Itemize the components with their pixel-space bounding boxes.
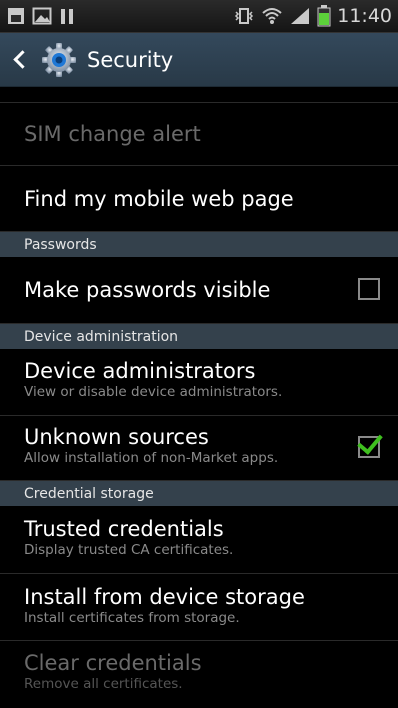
wifi-icon (262, 8, 282, 24)
clear-credentials-summary: Remove all certificates. (24, 676, 183, 692)
unknown-sources-label: Unknown sources (24, 425, 209, 449)
trusted-credentials-summary: Display trusted CA certificates. (24, 542, 234, 558)
back-button[interactable] (12, 42, 87, 78)
device-administrators-summary: View or disable device administrators. (24, 384, 283, 400)
status-left-icons (6, 6, 76, 26)
section-header-passwords: Passwords (0, 232, 398, 257)
chevron-left-icon (13, 50, 32, 69)
section-header-credential-storage: Credential storage (0, 481, 398, 506)
find-my-mobile-label: Find my mobile web page (24, 186, 294, 211)
make-passwords-visible-checkbox[interactable] (358, 278, 380, 300)
vibrate-icon (235, 8, 254, 24)
settings-gear-icon (42, 42, 76, 77)
device-administrators-item[interactable]: Device administrators View or disable de… (0, 349, 398, 416)
install-from-storage-item[interactable]: Install from device storage Install cert… (0, 574, 398, 641)
list-top-spacer (0, 87, 398, 103)
make-passwords-visible-label: Make passwords visible (24, 278, 271, 302)
action-bar: Security (0, 33, 398, 87)
install-from-storage-summary: Install certificates from storage. (24, 610, 240, 626)
unknown-sources-item[interactable]: Unknown sources Allow installation of no… (0, 416, 398, 481)
signal-icon (291, 8, 310, 24)
pause-icon (61, 9, 73, 24)
clock: 11:40 (337, 5, 392, 27)
device-administrators-label: Device administrators (24, 359, 256, 383)
find-my-mobile-item[interactable]: Find my mobile web page (0, 166, 398, 232)
status-bar: 11:40 (0, 0, 398, 33)
trusted-credentials-item[interactable]: Trusted credentials Display trusted CA c… (0, 506, 398, 574)
sim-change-alert-label: SIM change alert (24, 122, 201, 146)
unknown-sources-checkbox[interactable] (357, 428, 383, 458)
make-passwords-visible-item[interactable]: Make passwords visible (0, 257, 398, 324)
status-right-icons: 11:40 (233, 5, 392, 27)
section-header-device-administration: Device administration (0, 324, 398, 349)
sim-change-alert-item[interactable]: SIM change alert (0, 103, 398, 166)
page-title: Security (87, 47, 174, 72)
clear-credentials-item[interactable]: Clear credentials Remove all certificate… (0, 641, 398, 701)
battery-icon (317, 5, 331, 27)
unknown-sources-summary: Allow installation of non-Market apps. (24, 450, 279, 466)
image-icon (32, 7, 52, 25)
install-from-storage-label: Install from device storage (24, 585, 305, 609)
sim-icon (8, 8, 24, 24)
clear-credentials-label: Clear credentials (24, 651, 202, 675)
trusted-credentials-label: Trusted credentials (24, 517, 224, 541)
settings-list: SIM change alert Find my mobile web page… (0, 87, 398, 701)
